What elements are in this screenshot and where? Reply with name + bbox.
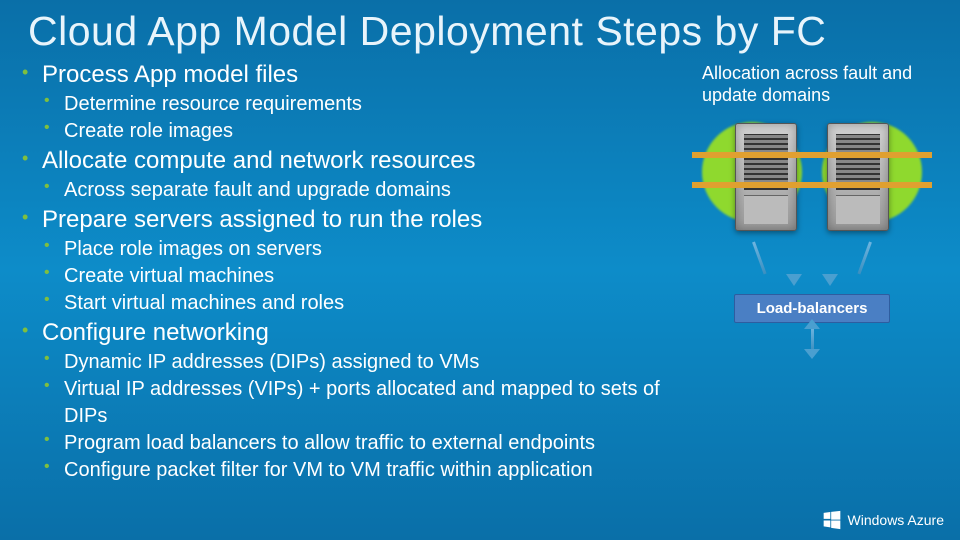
bullet-heading: Configure networking [42,319,682,347]
sub-bullet: Across separate fault and upgrade domain… [42,177,682,204]
bullet-heading: Allocate compute and network resources [42,147,682,175]
arrow-head-icon [786,274,802,286]
sub-bullet: Place role images on servers [42,236,682,263]
sub-bullet: Determine resource requirements [42,91,682,118]
sub-bullet: Dynamic IP addresses (DIPs) assigned to … [42,349,682,376]
servers-graphic [682,112,942,242]
windows-icon [822,510,842,530]
bullet-heading: Process App model files [42,61,682,89]
allocation-diagram: Allocation across fault and update domai… [682,61,942,486]
arrow-line [811,327,814,351]
windows-azure-logo: Windows Azure [822,510,944,530]
sub-bullet: Start virtual machines and roles [42,290,682,317]
arrow-head-icon [804,319,820,329]
arrow-head-icon [822,274,838,286]
sub-bullet: Configure packet filter for VM to VM tra… [42,457,682,484]
arrow-line [752,242,766,275]
arrows-graphic [682,242,942,292]
sub-bullet: Virtual IP addresses (VIPs) + ports allo… [42,376,682,430]
server-rack-icon [827,123,889,231]
slide-title: Cloud App Model Deployment Steps by FC [0,0,960,55]
bullet-item: Configure networking Dynamic IP addresse… [18,319,682,484]
diagram-label: Allocation across fault and update domai… [682,63,942,106]
slide-body: Process App model files Determine resour… [0,55,960,486]
server-rack-icon [735,123,797,231]
brand-text: Windows Azure [848,512,944,528]
update-domain-bar [692,182,932,188]
bullet-list-column: Process App model files Determine resour… [18,61,682,486]
sub-bullet: Program load balancers to allow traffic … [42,430,682,457]
bullet-item: Allocate compute and network resources A… [18,147,682,204]
bullet-item: Process App model files Determine resour… [18,61,682,145]
bullet-item: Prepare servers assigned to run the role… [18,206,682,317]
update-domain-bar [692,152,932,158]
bullet-heading: Prepare servers assigned to run the role… [42,206,682,234]
arrow-line [857,242,871,275]
arrows-graphic [682,323,942,359]
sub-bullet: Create virtual machines [42,263,682,290]
sub-bullet: Create role images [42,118,682,145]
arrow-head-icon [804,349,820,359]
